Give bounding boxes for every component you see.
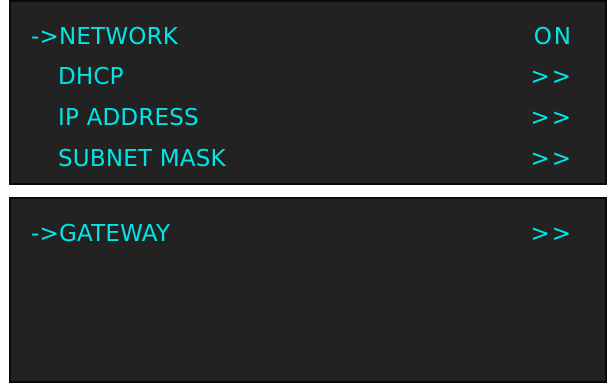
menu-item-value: >>	[530, 221, 573, 247]
menu-item-value: >>	[530, 146, 573, 172]
menu-item-ip-address[interactable]: IP ADDRESS >>	[11, 100, 605, 136]
menu-item-label: ->NETWORK	[31, 24, 179, 50]
menu-item-value: >>	[530, 105, 573, 131]
menu-item-label: SUBNET MASK	[58, 146, 226, 172]
menu-item-dhcp[interactable]: DHCP >>	[11, 59, 605, 95]
menu-item-value: >>	[530, 64, 573, 90]
menu-item-label: IP ADDRESS	[58, 105, 199, 131]
lcd-menu-screen-1: ->NETWORK ON DHCP >> IP ADDRESS >> SUBNE…	[9, 0, 607, 185]
menu-item-gateway[interactable]: ->GATEWAY >>	[11, 216, 605, 252]
menu-item-label: DHCP	[58, 64, 124, 90]
menu-item-network[interactable]: ->NETWORK ON	[11, 19, 605, 55]
menu-item-label: ->GATEWAY	[31, 221, 171, 247]
menu-item-subnet-mask[interactable]: SUBNET MASK >>	[11, 141, 605, 177]
lcd-menu-screen-2: ->GATEWAY >>	[9, 197, 607, 383]
menu-item-value: ON	[533, 24, 573, 50]
